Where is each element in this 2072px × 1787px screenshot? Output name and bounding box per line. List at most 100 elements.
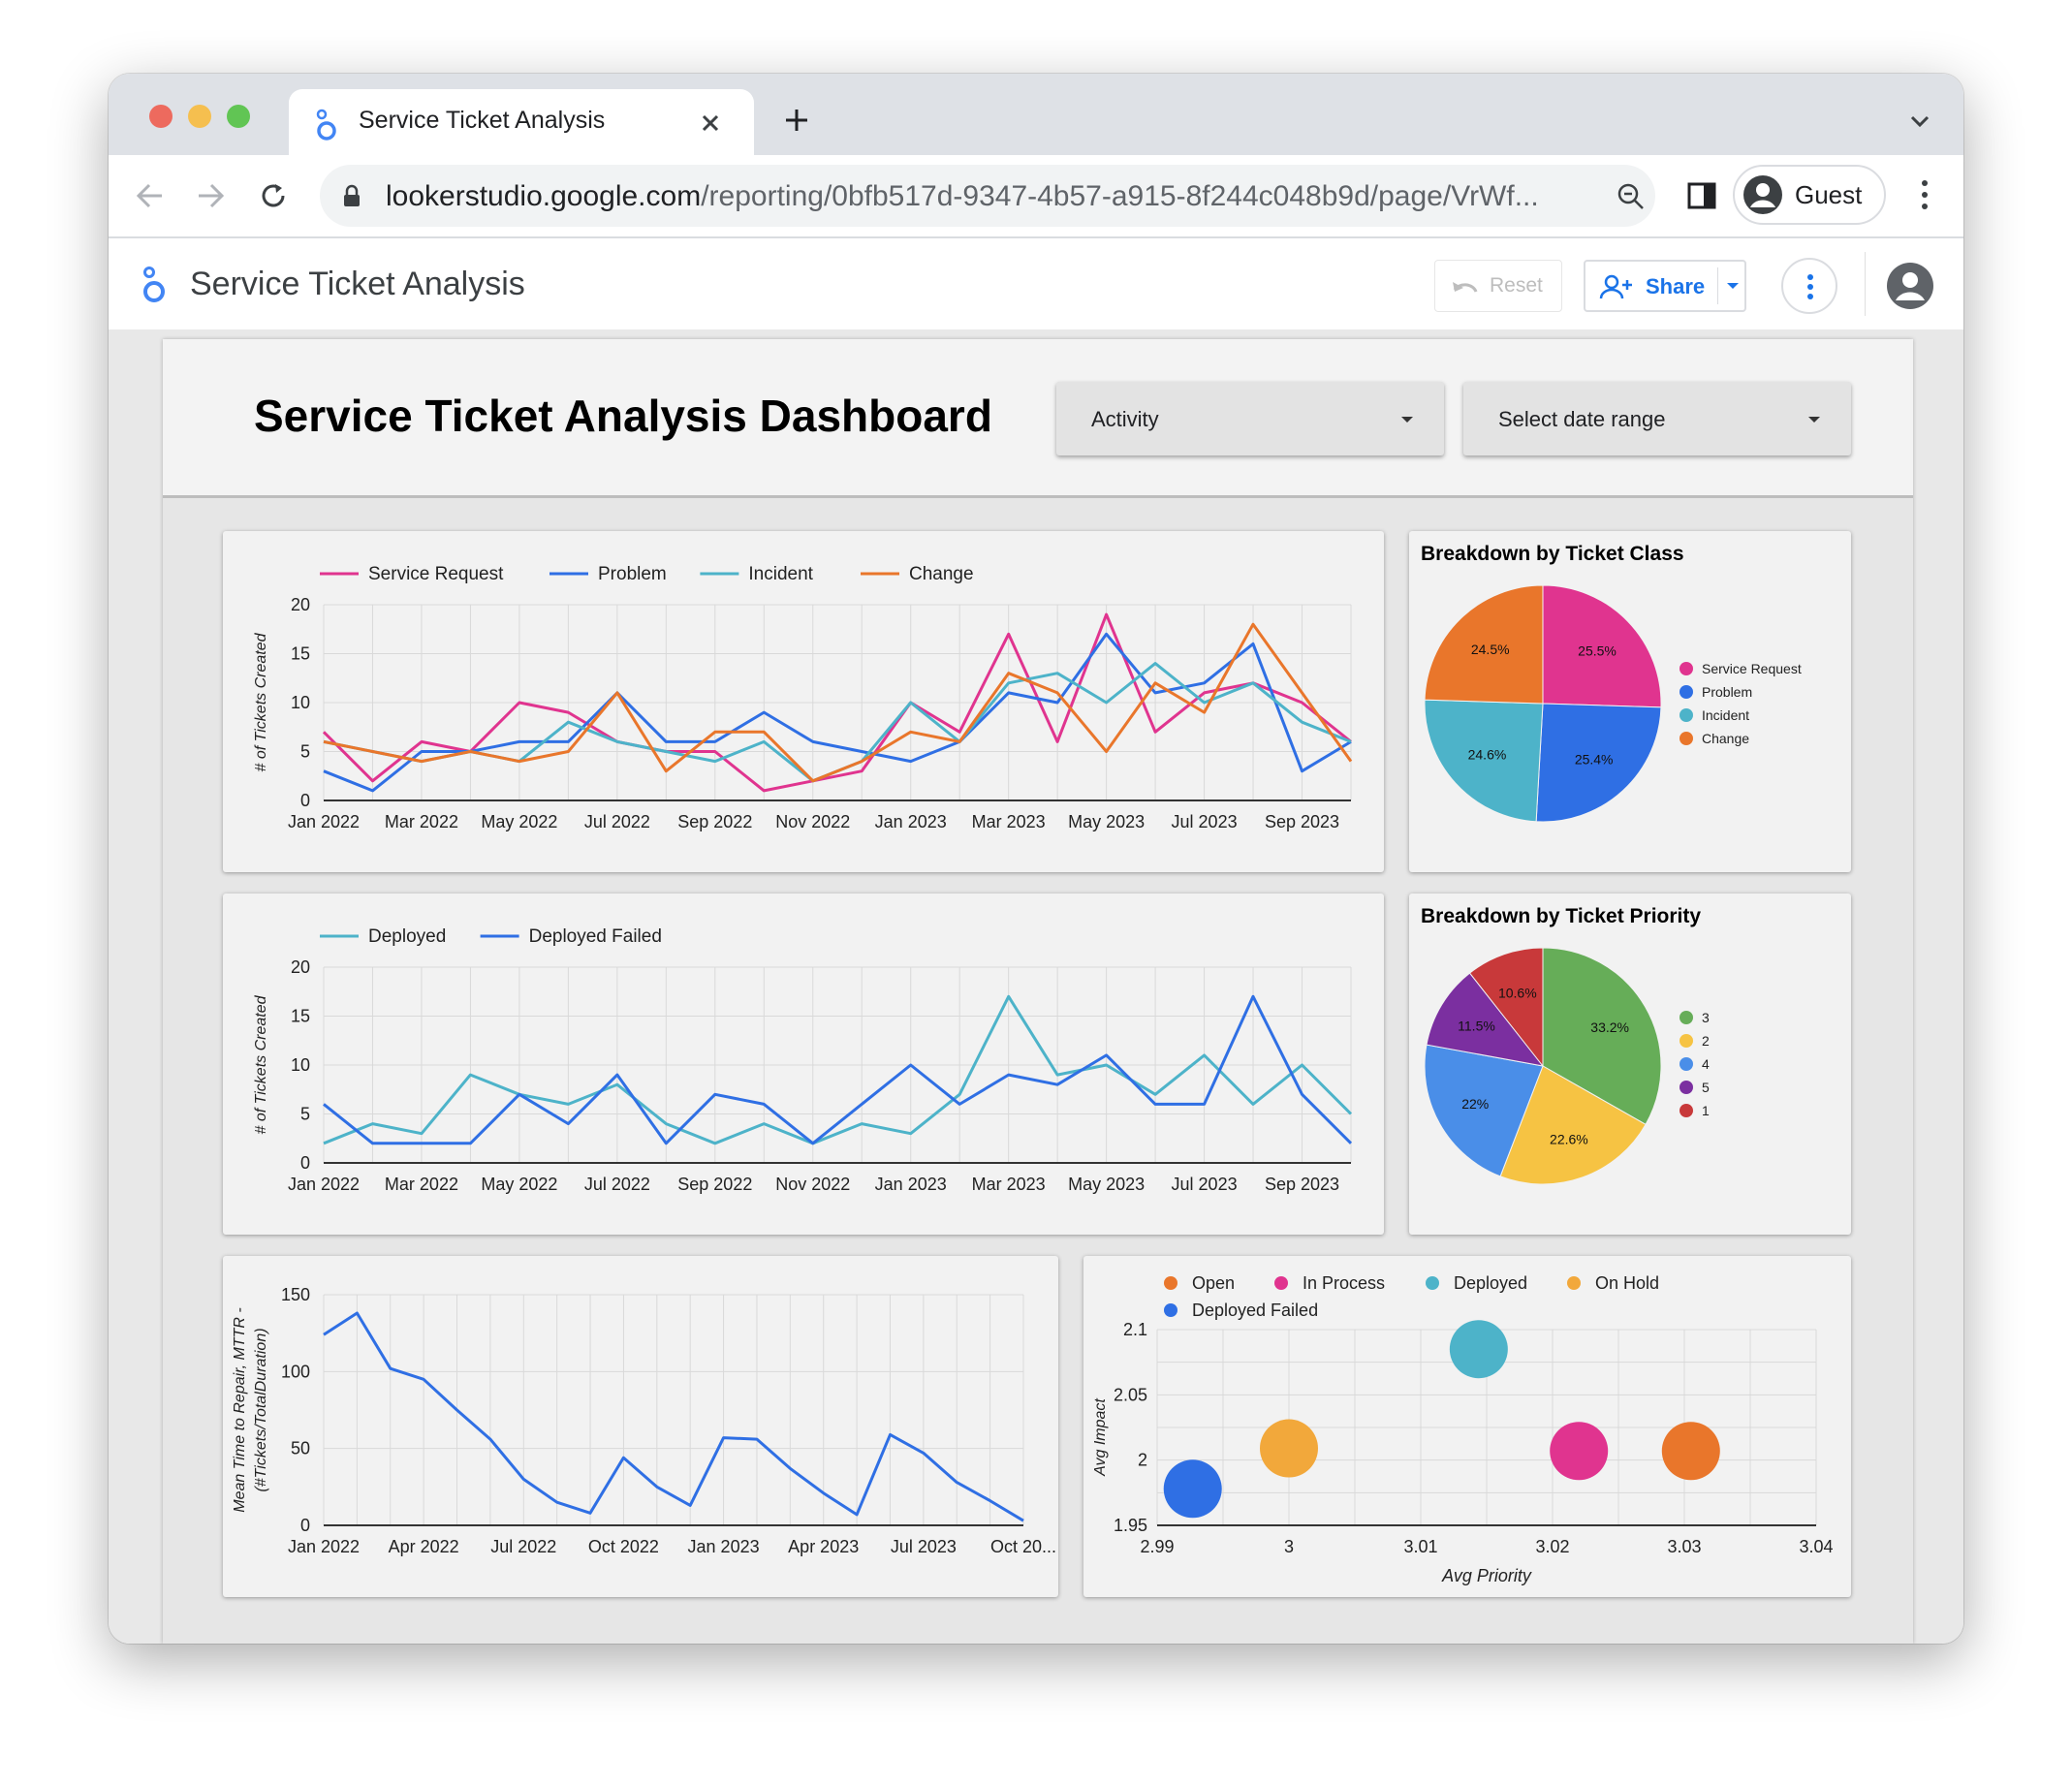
- x-tick-label: May 2023: [1068, 812, 1145, 831]
- report-title[interactable]: Service Ticket Analysis: [190, 266, 525, 303]
- legend-label: 3: [1702, 1010, 1710, 1025]
- profile-button[interactable]: Guest: [1733, 165, 1886, 225]
- new-tab-icon[interactable]: [783, 107, 810, 134]
- bubble-open: [1661, 1422, 1720, 1481]
- x-tick-label: 3.03: [1667, 1537, 1701, 1556]
- tab-title: Service Ticket Analysis: [359, 107, 606, 134]
- zoom-icon[interactable]: [1617, 182, 1646, 211]
- x-tick-label: 3.01: [1403, 1537, 1437, 1556]
- browser-tab[interactable]: Service Ticket Analysis: [289, 89, 754, 155]
- y-tick-label: 0: [300, 791, 310, 810]
- legend-label: 4: [1702, 1056, 1710, 1072]
- account-avatar-icon[interactable]: [1886, 262, 1934, 310]
- x-tick-label: Jul 2023: [891, 1537, 957, 1556]
- reset-button[interactable]: Reset: [1434, 260, 1562, 312]
- y-tick-label: 5: [300, 1105, 310, 1124]
- series-line-mttr: [323, 1311, 1024, 1522]
- y-tick-label: 0: [300, 1516, 310, 1535]
- looker-studio-logo-icon: [143, 266, 165, 302]
- legend-label: Deployed Failed: [529, 926, 662, 947]
- legend-swatch: [1680, 1011, 1693, 1024]
- forward-arrow-icon[interactable]: [196, 182, 225, 209]
- side-panel-icon[interactable]: [1686, 180, 1717, 211]
- profile-label: Guest: [1795, 180, 1863, 209]
- tab-search-chevron-icon[interactable]: [1909, 114, 1931, 128]
- legend-label: Deployed Failed: [1192, 1301, 1318, 1320]
- more-options-button[interactable]: [1781, 258, 1837, 314]
- address-bar[interactable]: lookerstudio.google.com/reporting/0bfb51…: [320, 165, 1655, 227]
- legend-label: 1: [1702, 1103, 1710, 1118]
- x-tick-label: Jul 2023: [1172, 812, 1238, 831]
- deployments-card: 20 15 10 5 0 Jan 2022 Mar 2022 May 2022 Jul 2022…: [223, 894, 1384, 1235]
- priority-impact-scatter-chart[interactable]: 2.99 3 3.01 3.02 3.03 3.04 2.1 2.05 2 1.95 Avg Pri…: [1083, 1256, 1851, 1597]
- x-tick-label: 2.99: [1140, 1537, 1174, 1556]
- browser-menu-icon[interactable]: [1921, 178, 1929, 211]
- x-tick-label: Apr 2022: [389, 1537, 459, 1556]
- x-axis-title: Avg Priority: [1441, 1566, 1532, 1585]
- legend-swatch: [1274, 1276, 1288, 1290]
- legend-label: Deployed: [1454, 1273, 1527, 1293]
- ticket-class-pie-card: Breakdown by Ticket Class 25.5% 25.4% 24.6…: [1409, 531, 1851, 872]
- tickets-by-class-chart[interactable]: 20 15 10 5 0 Jan 2022 Mar 2022 May 2022 Jul 2022…: [223, 531, 1384, 872]
- y-tick-label: 5: [300, 742, 310, 762]
- pie-slice-label: 22.6%: [1550, 1131, 1588, 1146]
- x-tick-label: Jan 2023: [875, 812, 947, 831]
- pie-slice-label: 10.6%: [1498, 985, 1537, 1000]
- share-button[interactable]: Share: [1584, 260, 1746, 312]
- legend-label: Change: [909, 564, 974, 584]
- minimize-window-button[interactable]: [188, 105, 211, 128]
- back-arrow-icon[interactable]: [136, 182, 165, 209]
- series-line-problem: [323, 632, 1352, 793]
- date-range-label: Select date range: [1498, 407, 1666, 431]
- legend-swatch: [1164, 1303, 1177, 1317]
- bubble-in-process: [1550, 1422, 1609, 1481]
- looker-app-bar: Service Ticket Analysis Reset Share: [109, 238, 1963, 331]
- tickets-by-class-card: 20 15 10 5 0 Jan 2022 Mar 2022 May 2022 Jul 2022…: [223, 531, 1384, 872]
- ticket-priority-pie-card: Breakdown by Ticket Priority 33.2% 22.6% 2…: [1409, 894, 1851, 1235]
- y-tick-label: 2.05: [1114, 1385, 1147, 1404]
- y-axis-title: Mean Time to Repair, MTTR -: [232, 1307, 248, 1512]
- series-line-deployed-failed: [323, 994, 1353, 1145]
- close-tab-icon[interactable]: [700, 112, 721, 134]
- y-axis-title: # of Tickets Created: [253, 994, 269, 1134]
- tab-strip: Service Ticket Analysis: [109, 74, 1963, 155]
- date-range-dropdown[interactable]: Select date range: [1463, 382, 1851, 455]
- dashboard-header: Service Ticket Analysis Dashboard Activi…: [163, 339, 1913, 498]
- legend-swatch: [1680, 1081, 1693, 1094]
- deployments-chart[interactable]: 20 15 10 5 0 Jan 2022 Mar 2022 May 2022 Jul 2022…: [223, 894, 1384, 1235]
- series-line-deployed: [323, 994, 1353, 1145]
- ticket-class-pie-chart[interactable]: 25.5% 25.4% 24.6% 24.5% Service Request Probl…: [1409, 531, 1851, 872]
- ticket-priority-pie-chart[interactable]: 33.2% 22.6% 22% 11.5% 10.6% 3 2 4 5 1: [1409, 894, 1851, 1235]
- legend-swatch: [1164, 1276, 1177, 1290]
- bubble-deployed: [1449, 1320, 1508, 1379]
- y-tick-label: 20: [291, 595, 310, 614]
- y-tick-label: 150: [281, 1285, 310, 1304]
- mttr-chart[interactable]: 150 100 50 0 Jan 2022 Apr 2022 Jul 2022 Oct 202…: [223, 1256, 1058, 1597]
- pie-slice-label: 33.2%: [1590, 1019, 1629, 1035]
- share-divider: [1717, 267, 1718, 304]
- x-tick-label: Jul 2023: [1172, 1175, 1238, 1194]
- legend-label: Problem: [1702, 684, 1752, 700]
- x-tick-label: Jul 2022: [584, 1175, 650, 1194]
- y-axis-title: (#Tickets/TotalDuration): [253, 1328, 269, 1491]
- x-tick-label: Jan 2022: [288, 1175, 360, 1194]
- activity-filter-dropdown[interactable]: Activity: [1056, 382, 1444, 455]
- y-tick-label: 2.1: [1123, 1320, 1147, 1339]
- share-dropdown-icon[interactable]: [1727, 283, 1739, 289]
- x-tick-label: Sep 2022: [677, 1175, 752, 1194]
- y-axis-title: Avg Impact: [1092, 1398, 1109, 1477]
- x-tick-label: 3.04: [1799, 1537, 1833, 1556]
- pie-slice-label: 25.5%: [1578, 643, 1617, 659]
- reload-icon[interactable]: [258, 180, 289, 211]
- x-tick-label: Oct 2022: [588, 1537, 659, 1556]
- x-tick-label: Mar 2022: [385, 812, 458, 831]
- legend-label: 2: [1702, 1033, 1710, 1049]
- close-window-button[interactable]: [149, 105, 173, 128]
- report-viewport: Service Ticket Analysis Dashboard Activi…: [109, 329, 1963, 1644]
- legend-swatch: [1567, 1276, 1581, 1290]
- reset-label: Reset: [1490, 274, 1543, 297]
- maximize-window-button[interactable]: [227, 105, 250, 128]
- y-tick-label: 1.95: [1114, 1516, 1147, 1535]
- y-tick-label: 10: [291, 693, 310, 712]
- x-tick-label: Sep 2023: [1265, 812, 1339, 831]
